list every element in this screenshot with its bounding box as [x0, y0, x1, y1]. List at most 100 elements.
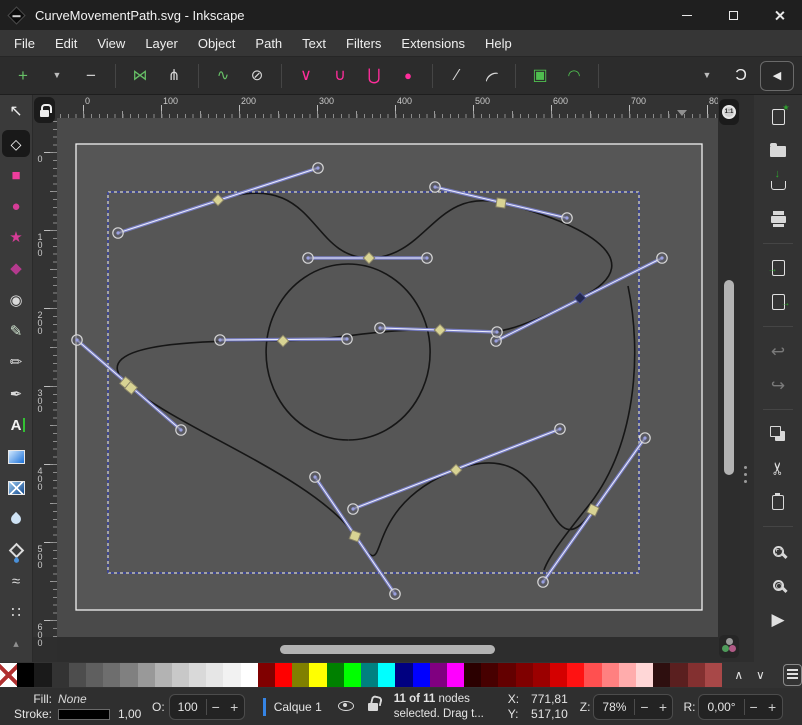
menu-help[interactable]: Help — [475, 32, 522, 55]
color-swatch[interactable] — [309, 663, 326, 687]
rotation-increase-button[interactable]: + — [763, 699, 782, 715]
paint-bucket-tool[interactable] — [2, 537, 30, 564]
opacity-spinbox[interactable]: 100 − + — [169, 694, 245, 720]
maximize-button[interactable] — [710, 0, 756, 30]
rectangle-tool[interactable]: ■ — [2, 162, 30, 189]
color-swatch[interactable] — [138, 663, 155, 687]
show-transform-handles-button[interactable]: Ɔ — [726, 62, 756, 90]
lock-guides-button[interactable] — [34, 97, 55, 123]
more-commands-button[interactable]: ▶ — [763, 607, 793, 631]
palette-menu-button[interactable] — [783, 664, 802, 686]
make-line-button[interactable]: ∕ — [442, 62, 472, 90]
color-swatch[interactable] — [378, 663, 395, 687]
color-swatch[interactable] — [34, 663, 51, 687]
star-tool[interactable]: ★ — [2, 224, 30, 251]
undo-button[interactable]: ↩ — [763, 339, 793, 363]
import-image-button[interactable] — [763, 256, 793, 280]
color-swatch[interactable] — [86, 663, 103, 687]
export-image-button[interactable] — [763, 290, 793, 314]
vertical-scrollbar-thumb[interactable] — [724, 280, 734, 475]
cut-button[interactable]: ✂ — [763, 456, 793, 480]
color-swatch[interactable] — [327, 663, 344, 687]
x-coord-menu-button[interactable]: ▼ — [692, 62, 722, 90]
redo-button[interactable]: ↪ — [763, 373, 793, 397]
rotation-value[interactable]: 0,00° — [699, 700, 743, 714]
text-tool[interactable]: A — [2, 412, 30, 439]
color-swatch[interactable] — [619, 663, 636, 687]
canvas[interactable] — [57, 118, 718, 637]
open-document-button[interactable] — [763, 139, 793, 163]
color-swatch[interactable] — [602, 663, 619, 687]
delete-segment-button[interactable]: ⊘ — [242, 62, 272, 90]
menu-view[interactable]: View — [87, 32, 135, 55]
make-curve-button[interactable]: ( — [476, 62, 506, 90]
selector-tool[interactable]: ↖ — [2, 99, 30, 126]
tweak-tool[interactable]: ≈ — [2, 568, 30, 595]
insert-node-button[interactable]: + — [8, 62, 38, 90]
color-swatch[interactable] — [688, 663, 705, 687]
color-swatch[interactable] — [155, 663, 172, 687]
vertical-ruler[interactable]: 0100200300400500600 — [33, 118, 57, 637]
palette-scroll-down[interactable]: ∨ — [750, 663, 772, 687]
rotation-decrease-button[interactable]: − — [744, 699, 763, 715]
layer-lock-toggle[interactable] — [368, 700, 378, 714]
color-swatch[interactable] — [206, 663, 223, 687]
zoom-value[interactable]: 78% — [594, 700, 634, 714]
color-swatch[interactable] — [653, 663, 670, 687]
color-swatch[interactable] — [567, 663, 584, 687]
ellipse-tool[interactable]: ● — [2, 193, 30, 220]
close-button[interactable] — [756, 0, 802, 30]
zoom-selection-button[interactable] — [763, 539, 793, 563]
color-swatch[interactable] — [430, 663, 447, 687]
fill-stroke-indicator[interactable]: Fill: None Stroke: 1,00 — [0, 692, 148, 722]
layer-visibility-toggle[interactable] — [338, 700, 354, 714]
horizontal-ruler[interactable]: 0100200300400500600700800 — [57, 95, 718, 118]
color-swatch[interactable] — [395, 663, 412, 687]
pencil-tool[interactable]: ✏ — [2, 349, 30, 376]
color-swatch[interactable] — [172, 663, 189, 687]
gradient-tool[interactable] — [2, 443, 30, 470]
zoom-decrease-button[interactable]: − — [634, 699, 653, 715]
color-swatch[interactable] — [516, 663, 533, 687]
join-with-segment-button[interactable]: ∿ — [208, 62, 238, 90]
insert-node-menu-button[interactable]: ▼ — [42, 62, 72, 90]
zoom-1-1-button[interactable]: 1:1 — [719, 99, 739, 125]
color-swatch[interactable] — [241, 663, 258, 687]
opacity-value[interactable]: 100 — [170, 700, 206, 714]
color-swatch[interactable] — [275, 663, 292, 687]
color-swatch[interactable] — [17, 663, 34, 687]
color-swatch[interactable] — [103, 663, 120, 687]
color-swatch[interactable] — [69, 663, 86, 687]
calligraphy-tool[interactable]: ✒ — [2, 381, 30, 408]
box3d-tool[interactable]: ◆ — [2, 255, 30, 282]
save-document-button[interactable] — [763, 173, 793, 197]
layer-name[interactable]: Calque 1 — [274, 700, 322, 714]
panel-grip[interactable] — [740, 95, 754, 662]
zoom-drawing-button[interactable] — [763, 573, 793, 597]
horizontal-scrollbar-thumb[interactable] — [280, 645, 495, 654]
color-swatch[interactable] — [361, 663, 378, 687]
break-nodes-button[interactable]: ⋔ — [159, 62, 189, 90]
make-symmetric-button[interactable]: ⋃ — [359, 62, 389, 90]
color-swatch[interactable] — [344, 663, 361, 687]
make-corner-button[interactable]: ∨ — [291, 62, 321, 90]
mesh-tool[interactable] — [2, 474, 30, 501]
menu-extensions[interactable]: Extensions — [391, 32, 475, 55]
duplicate-button[interactable] — [763, 422, 793, 446]
color-managed-view-button[interactable] — [719, 635, 739, 658]
path-node[interactable] — [496, 198, 506, 208]
color-swatch[interactable] — [670, 663, 687, 687]
menu-filters[interactable]: Filters — [336, 32, 391, 55]
object-to-path-button[interactable]: ▣ — [525, 62, 555, 90]
color-swatch[interactable] — [292, 663, 309, 687]
color-swatch[interactable] — [223, 663, 240, 687]
stroke-to-path-button[interactable]: ◠ — [559, 62, 589, 90]
paste-button[interactable] — [763, 490, 793, 514]
opacity-decrease-button[interactable]: − — [206, 699, 225, 715]
zoom-spinbox[interactable]: 78% − + — [593, 694, 673, 720]
opacity-increase-button[interactable]: + — [225, 699, 244, 715]
stroke-color-swatch[interactable] — [58, 709, 110, 720]
color-swatch[interactable] — [533, 663, 550, 687]
color-swatch[interactable] — [120, 663, 137, 687]
menu-layer[interactable]: Layer — [135, 32, 188, 55]
